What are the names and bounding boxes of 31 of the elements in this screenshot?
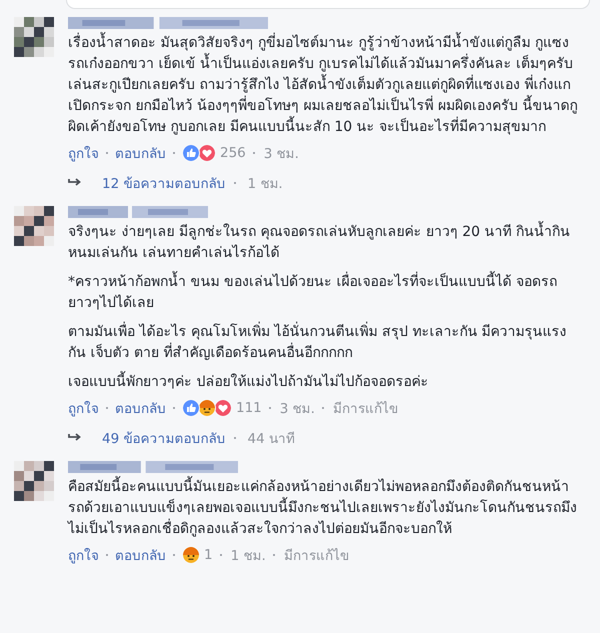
- like-link[interactable]: ถูกใจ: [68, 544, 99, 566]
- timestamp: 3 ชม.: [280, 400, 315, 419]
- angry-face-icon[interactable]: [198, 399, 216, 417]
- like-link[interactable]: ถูกใจ: [68, 397, 99, 419]
- view-replies-link[interactable]: 49 ข้อความตอบกลับ: [102, 427, 226, 449]
- reaction-count[interactable]: 1: [204, 547, 213, 563]
- edited-label: มีการแก้ไข: [284, 547, 349, 566]
- view-replies-link[interactable]: 12 ข้อความตอบกลับ: [102, 172, 226, 194]
- comment-text: เจอแบบนี้พักยาวๆค่ะ ปล่อยให้แม่งไปถ้ามันไม่ไปก้อจอดรอค่ะ: [68, 372, 584, 393]
- comment-text: เรื่องน้ำสาดอะ มันสุดวิสัยจริงๆ กูขี่มอไซต์มานะ กูรู้ว่าข้างหน้ามีน้ำขังแต่กูลืม กูแซงรถเก๋งออกขวา เย็ดเข้ น้ำเป็นแอ่งเลยครับ กูเบรคไม่ได้แล้วมันมาครึ่งคันละ เต็มๆครับ เล่นสะกูเปียกเลยครับ ถามว่ารู้สึกไง ไอ้สัดน้ำขังเต็มตัวกูเลยแต่กูผิดที่แซงเอง พี่เก๋งแกเปิดกระจก ยกมือไหว้ น้องๆๆพี่ขอโทษๆ ผมเลยชลอไม่เป็นไรพี่ ผมผิดเองครับ นี้ขนาดกูผิดเค้ายังขอโทษ กูบอกเลย มีคนแบบนี้นะสัก 10 นะ จะเป็นอะไรที่มีความสุขมาก: [68, 33, 584, 138]
- reply-arrow-icon: [68, 178, 82, 188]
- edited-label: มีการแก้ไข: [332, 400, 398, 419]
- angry-face-icon[interactable]: [182, 546, 200, 564]
- heart-icon[interactable]: [198, 144, 216, 162]
- reply-link[interactable]: ตอบกลับ: [115, 397, 166, 419]
- timestamp: 3 ชม.: [264, 145, 299, 164]
- comment-text: ตามมันเพื่อ ได้อะไร คุณโมโหเพิ่ม ไอ้นั่นกวนตีนเพิ่ม สรุป ทะเลาะกัน มีความรุนแรงกัน เจ็บตัว ตาย ที่สำคัญเดือดร้อนคนอื่นอีกกกกก: [68, 322, 584, 364]
- timestamp: 1 ชม.: [230, 547, 266, 566]
- timestamp: 1 ชม.: [247, 175, 283, 194]
- reaction-count[interactable]: 256: [220, 145, 246, 161]
- timestamp: 44 นาที: [247, 430, 295, 449]
- reply-link[interactable]: ตอบกลับ: [115, 142, 166, 164]
- comment-text: *คราวหน้าก้อพกน้ำ ขนม ของเล่นไปด้วยนะ เผื่อเจออะไรที่จะเป็นแบบนี้ได้ จอดรถยาวๆไปได้เลย: [68, 272, 584, 314]
- like-link[interactable]: ถูกใจ: [68, 142, 99, 164]
- reply-link[interactable]: ตอบกลับ: [115, 544, 166, 566]
- comment-text: คือสมัยนี้อะคนแบบนี้มันเยอะแค่กล้องหน้าอย่างเดียวไม่พอหลอกมึงต้องติดกันชนหน้ารถด้วยเอาแบบแข็งๆเลยพอเจอแบบนี้มึงกะชนไปเลยเพราะยังไงมันกะโดนกันชนรถมึงไม่เป็นไรหลอกเชื่อดิกูลองแล้วสะใจกว่าลงไปต่อยมันอีกจะบอกให้: [68, 477, 584, 540]
- reaction-count[interactable]: 111: [236, 400, 262, 416]
- thumbs-up-icon[interactable]: [182, 399, 200, 417]
- reply-arrow-icon: [68, 433, 82, 443]
- comment-text: จริงๆนะ ง่ายๆเลย มีลูกช่ะในรถ คุณจอดรถเล่นหับลูกเลยค่ะ ยาวๆ 20 นาที กินน้ำกินหนมเล่นกัน เล่นทายคำเล่นไรก้อได้: [68, 222, 584, 264]
- thumbs-up-icon[interactable]: [182, 144, 200, 162]
